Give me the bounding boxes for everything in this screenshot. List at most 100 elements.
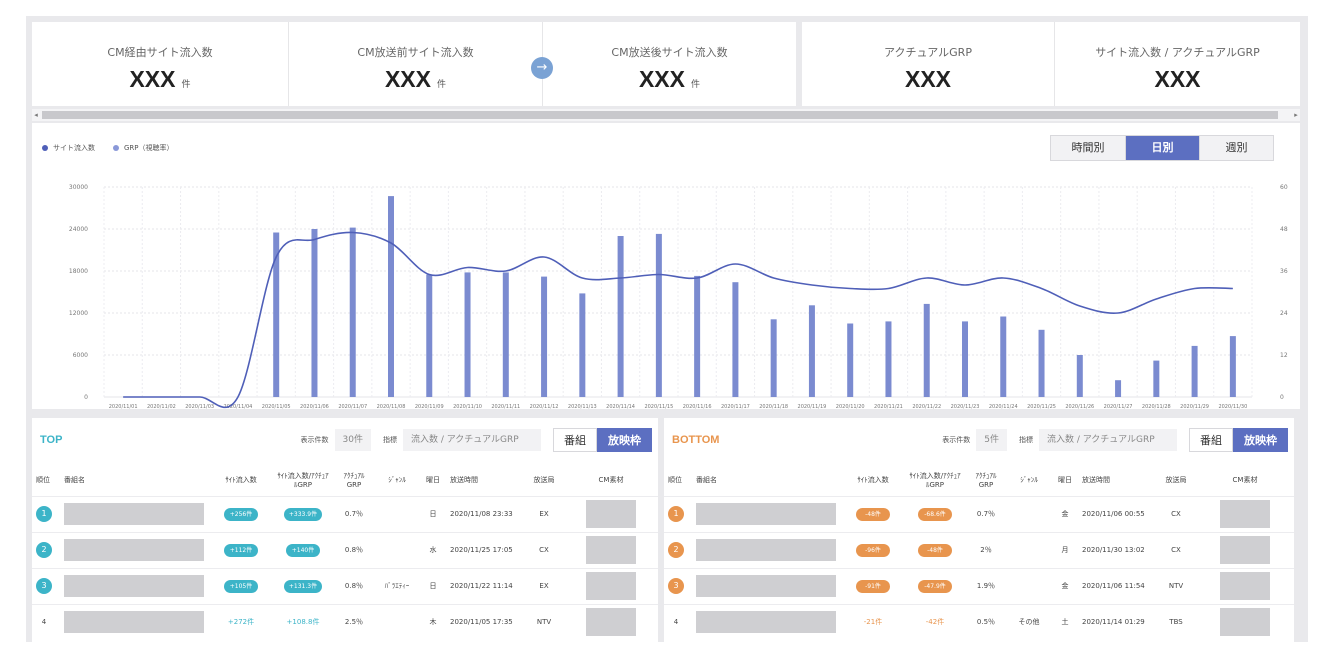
table-row[interactable]: 2 -96件 -48件 2％ 月 2020/11/30 13:02 CX (664, 531, 1294, 568)
station-cell: NTV (524, 603, 564, 640)
inflow-bar[interactable] (1229, 336, 1236, 397)
y-left-tick-label: 30000 (69, 184, 88, 191)
inflow-pill: -48件 (856, 507, 890, 521)
kpi-title: CM放送前サイト流入数 (357, 46, 474, 59)
cm-cell (564, 531, 658, 568)
kpi-unit: 件 (181, 79, 191, 89)
cm-thumbnail[interactable] (1220, 536, 1270, 564)
rank-cell: 2 (32, 531, 60, 568)
inflow-bar[interactable] (311, 229, 318, 397)
scroll-left-icon[interactable]: ◂ (32, 109, 40, 121)
scroll-right-icon[interactable]: ▸ (1292, 109, 1300, 121)
cm-cell (1196, 567, 1294, 604)
y-left-tick-label: 18000 (69, 268, 88, 275)
inflow-value: -21件 (863, 618, 883, 627)
cm-thumbnail[interactable] (586, 536, 636, 564)
station-cell: NTV (1156, 567, 1196, 604)
legend-item-inflow: サイト流入数 (42, 143, 95, 153)
toggle-daily[interactable]: 日別 (1125, 136, 1199, 160)
toggle-weekly[interactable]: 週別 (1199, 136, 1273, 160)
rank-cell: 3 (664, 567, 692, 604)
y-left-tick-label: 6000 (73, 352, 88, 359)
program-name-redacted (64, 575, 204, 597)
inflow-bar[interactable] (464, 272, 471, 397)
inflow-bar[interactable] (1153, 360, 1160, 397)
horizontal-scrollbar[interactable]: ◂ ▸ (32, 109, 1300, 121)
inflow-bar[interactable] (1191, 345, 1198, 397)
inflow-bar[interactable] (1000, 316, 1007, 398)
inflow-bar[interactable] (502, 272, 509, 397)
cm-thumbnail[interactable] (1220, 572, 1270, 600)
inflow-cell: -21件 (842, 603, 904, 640)
inflow-bar[interactable] (388, 196, 394, 397)
grp-cell: 2.5％ (334, 603, 374, 640)
metric-select[interactable]: 流入数 / アクチュアルGRP (1039, 429, 1177, 451)
inflow-bar[interactable] (655, 233, 662, 397)
time-cell: 2020/11/14 01:29 (1078, 603, 1156, 640)
inflow-bar[interactable] (1115, 380, 1122, 397)
y-right-tick-label: 12 (1280, 352, 1288, 359)
display-count-select[interactable]: 30件 (334, 429, 371, 451)
inflow-bar[interactable] (808, 305, 815, 397)
cm-thumbnail[interactable] (586, 500, 636, 528)
grp-cell: 2％ (966, 531, 1006, 568)
toggle-hourly[interactable]: 時間別 (1051, 136, 1125, 160)
kpi-value: XXX (1055, 66, 1300, 93)
inflow-bar[interactable] (541, 276, 548, 397)
slot-button[interactable]: 放映枠 (597, 428, 652, 452)
table-row[interactable]: 3 +105件 +131.3件 0.8％ ﾊﾞﾗｴﾃｨｰ日 2020/11/22 11:1… (32, 567, 658, 604)
genre-cell (1006, 531, 1052, 568)
x-tick-label: 2020/11/23 (951, 404, 980, 409)
y-right-tick-label: 24 (1280, 310, 1288, 317)
program-button[interactable]: 番組 (1189, 428, 1233, 452)
inflow-bar[interactable] (1038, 329, 1045, 397)
grp-cell: 1.9％ (966, 567, 1006, 604)
y-left-tick-label: 24000 (69, 226, 88, 233)
table-row[interactable]: 4 +272件 +108.8件 2.5％ 木 2020/11/05 17:35 NTV (32, 603, 658, 640)
genre-cell (374, 495, 420, 532)
inflow-bar[interactable] (885, 321, 892, 397)
inflow-bar[interactable] (694, 275, 701, 397)
legend-dot-icon (113, 145, 119, 151)
inflow-bar[interactable] (349, 227, 356, 397)
cm-thumbnail[interactable] (586, 572, 636, 600)
x-tick-label: 2020/11/26 (1065, 404, 1094, 409)
inflow-bar[interactable] (579, 293, 586, 397)
inflow-cell: -91件 (842, 567, 904, 604)
inflow-bar[interactable] (847, 323, 854, 398)
inflow-bar[interactable] (617, 236, 624, 397)
slot-button[interactable]: 放映枠 (1233, 428, 1288, 452)
cm-thumbnail[interactable] (586, 608, 636, 637)
rank-cell: 2 (664, 531, 692, 568)
metric-select[interactable]: 流入数 / アクチュアルGRP (403, 429, 541, 451)
y-right-tick-label: 48 (1280, 226, 1288, 233)
chart-panel: 0 0 6000 12 12000 24 18000 36 24000 48 30000 60 2020… (32, 123, 1300, 409)
kpi-group-inflow: CM経由サイト流入数 XXX 件 CM放送前サイト流入数 XXX 件 CM放送後サイ… (32, 22, 796, 106)
inflow-bar[interactable] (732, 282, 739, 397)
table-row[interactable]: 1 +256件 +333.9件 0.7％ 日 2020/11/08 23:33 EX (32, 495, 658, 532)
cm-cell (564, 567, 658, 604)
table-row[interactable]: 2 +112件 +140件 0.8％ 水 2020/11/25 17:05 CX (32, 531, 658, 568)
inflow-bar[interactable] (923, 303, 930, 397)
table-row[interactable]: 4 -21件 -42件 0.5％ その他土 2020/11/14 01:29 TBS (664, 603, 1294, 640)
rank-number: 4 (41, 618, 47, 627)
cm-thumbnail[interactable] (1220, 500, 1270, 528)
inflow-bar[interactable] (962, 321, 968, 397)
per-grp-cell: +333.9件 (272, 495, 334, 532)
table-row[interactable]: 3 -91件 -47.9件 1.9％ 金 2020/11/06 11:54 NTV (664, 567, 1294, 604)
per-grp-cell: -42件 (904, 603, 966, 640)
table-row[interactable]: 1 -48件 -68.6件 0.7％ 金 2020/11/06 00:55 CX (664, 495, 1294, 532)
day-cell: 日 (420, 495, 446, 532)
display-count-select[interactable]: 5件 (976, 429, 1007, 451)
bottom-table-panel: BOTTOM 表示件数 5件 指標 流入数 / アクチュアルGRP 番組 放映枠… (664, 418, 1294, 642)
grp-cell: 0.7％ (966, 495, 1006, 532)
inflow-bar[interactable] (1076, 355, 1083, 397)
grp-cell: 0.8％ (334, 567, 374, 604)
inflow-bar[interactable] (426, 274, 433, 398)
inflow-bar[interactable] (770, 319, 777, 397)
scrollbar-thumb[interactable] (42, 111, 1278, 119)
table-header-row: 順位 番組名 ｻｲﾄ流入数 ｻｲﾄ流入数/ｱｸﾁｭｱﾙGRP ｱｸﾁｭｱﾙGRP… (32, 466, 658, 496)
time-cell: 2020/11/05 17:35 (446, 603, 524, 640)
program-button[interactable]: 番組 (553, 428, 597, 452)
cm-thumbnail[interactable] (1220, 608, 1270, 637)
